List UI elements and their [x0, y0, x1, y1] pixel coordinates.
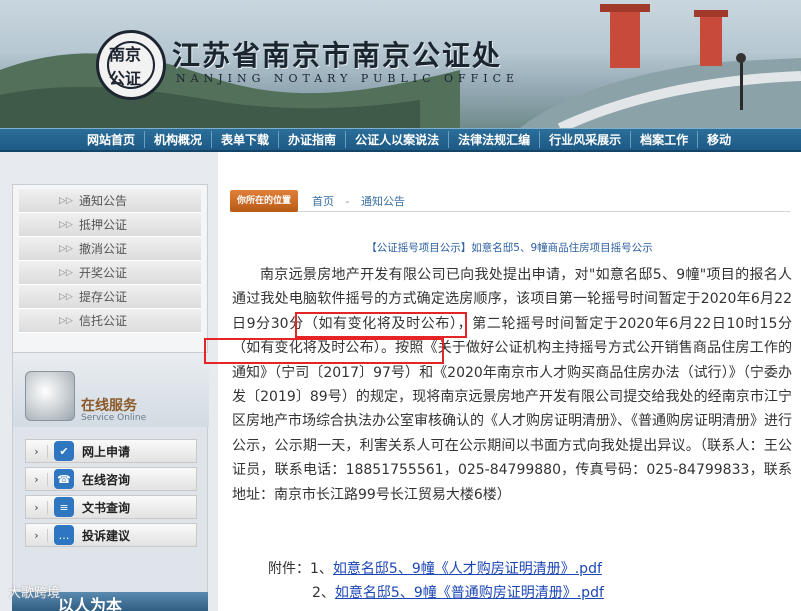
service-item-label: 投诉建议: [82, 528, 131, 543]
attachment-number: 2、: [312, 585, 335, 601]
sidebar-item-lottery[interactable]: ▷▷ 开奖公证: [19, 261, 201, 285]
nav-archives[interactable]: 档案工作: [631, 131, 699, 148]
service-consult-online[interactable]: › ☎ 在线咨询: [25, 467, 197, 491]
breadcrumb-separator: -: [345, 195, 350, 208]
sidebar: ▷▷ 通知公告 ▷▷ 抵押公证 ▷▷ 撤消公证 ▷▷ 开奖公证 ▷▷ 提存公证 ▷▷ 信托公…: [0, 152, 218, 611]
article-title: 【公证摇号项目公示】如意名邸5、9幢商品住房项目摇号公示: [366, 242, 653, 254]
service-item-label: 网上申请: [82, 444, 131, 459]
nav-cases[interactable]: 公证人以案说法: [346, 131, 450, 148]
attachment-link-talent[interactable]: 如意名邸5、9幢《人才购房证明清册》.pdf: [333, 561, 602, 577]
attachment-link-regular[interactable]: 如意名邸5、9幢《普通购房证明清册》.pdf: [335, 585, 604, 601]
breadcrumb: 你所在的位置 首页 - 通知公告: [230, 190, 790, 212]
sidebar-item-label: 抵押公证: [79, 218, 128, 232]
nav-forms[interactable]: 表单下载: [212, 131, 280, 148]
attachment-line-2: 2、如意名邸5、9幢《普通购房证明清册》.pdf: [312, 582, 604, 602]
attachment-line-1: 附件：1、如意名邸5、9幢《人才购房证明清册》.pdf: [268, 558, 602, 578]
double-chevron-icon: ▷▷: [59, 268, 73, 278]
site-banner: 南京公证 江苏省南京市南京公证处 NANJING NOTARY PUBLIC O…: [0, 0, 801, 128]
sidebar-item-notices[interactable]: ▷▷ 通知公告: [19, 189, 201, 213]
people-first-text: 以人为本: [58, 596, 123, 611]
sidebar-item-deposit[interactable]: ▷▷ 提存公证: [19, 285, 201, 309]
chevron-right-icon: ›: [26, 472, 48, 486]
main-nav: 网站首页 机构概况 表单下载 办证指南 公证人以案说法 法律法规汇编 行业风采展…: [0, 128, 801, 152]
document-icon: ≡: [54, 497, 74, 517]
double-chevron-icon: ▷▷: [59, 220, 73, 230]
site-title: 江苏省南京市南京公证处: [172, 39, 503, 72]
site-subtitle: NANJING NOTARY PUBLIC OFFICE: [176, 72, 520, 85]
service-apply-online[interactable]: › ✔ 网上申请: [25, 439, 197, 463]
highlight-box-first-round: [295, 312, 467, 338]
highlight-box-second-round: [204, 338, 444, 364]
sidebar-item-label: 信托公证: [79, 314, 128, 328]
nav-about[interactable]: 机构概况: [145, 131, 213, 148]
breadcrumb-links: 首页 - 通知公告: [312, 193, 405, 209]
double-chevron-icon: ▷▷: [59, 316, 73, 326]
service-globe-image: [25, 371, 75, 421]
nav-home[interactable]: 网站首页: [78, 131, 146, 148]
sidebar-item-label: 提存公证: [79, 290, 128, 304]
double-chevron-icon: ▷▷: [59, 196, 73, 206]
sidebar-item-mortgage[interactable]: ▷▷ 抵押公证: [19, 213, 201, 237]
location-badge: 你所在的位置: [230, 190, 298, 212]
article-body: 南京远景房地产开发有限公司已向我处提出申请，对"如意名邸5、9幢"项目的报名人通…: [232, 267, 792, 503]
chat-icon: …: [54, 525, 74, 545]
sidebar-item-trust[interactable]: ▷▷ 信托公证: [19, 309, 201, 333]
online-service-subtitle: Service Online: [81, 413, 147, 423]
service-complaint[interactable]: › … 投诉建议: [25, 523, 197, 547]
sidebar-item-label: 开奖公证: [79, 266, 128, 280]
chevron-right-icon: ›: [26, 528, 48, 542]
double-chevron-icon: ▷▷: [59, 244, 73, 254]
online-service-title: 在线服务: [81, 398, 137, 414]
nav-laws[interactable]: 法律法规汇编: [449, 131, 541, 148]
service-document-query[interactable]: › ≡ 文书查询: [25, 495, 197, 519]
sidebar-item-label: 通知公告: [79, 194, 128, 208]
attachment-number: 1、: [310, 561, 333, 577]
service-item-label: 文书查询: [82, 500, 131, 515]
chevron-right-icon: ›: [26, 500, 48, 514]
breadcrumb-current-link[interactable]: 通知公告: [361, 195, 405, 208]
attachments-label: 附件：: [268, 561, 310, 577]
sidebar-menu: ▷▷ 通知公告 ▷▷ 抵押公证 ▷▷ 撤消公证 ▷▷ 开奖公证 ▷▷ 提存公证 ▷▷ 信托公…: [12, 184, 208, 360]
nav-showcase[interactable]: 行业风采展示: [540, 131, 632, 148]
main-content: 你所在的位置 首页 - 通知公告 【公证摇号项目公示】如意名邸5、9幢商品住房项…: [204, 152, 801, 611]
watermark-text: 大歌跨境: [8, 586, 61, 601]
sidebar-item-revocation[interactable]: ▷▷ 撤消公证: [19, 237, 201, 261]
chevron-right-icon: ›: [26, 444, 48, 458]
checklist-icon: ✔: [54, 441, 74, 461]
headset-icon: ☎: [54, 469, 74, 489]
nav-guide[interactable]: 办证指南: [279, 131, 347, 148]
service-item-label: 在线咨询: [82, 472, 131, 487]
nav-mobile[interactable]: 移动: [698, 131, 740, 148]
logo-text: 南京公证: [107, 41, 155, 89]
breadcrumb-home-link[interactable]: 首页: [312, 195, 334, 208]
sidebar-item-label: 撤消公证: [79, 242, 128, 256]
double-chevron-icon: ▷▷: [59, 292, 73, 302]
online-service-header: 在线服务 Service Online: [13, 353, 209, 427]
online-service-panel: 在线服务 Service Online › ✔ 网上申请 › ☎ 在线咨询 › …: [12, 352, 209, 611]
notary-logo: 南京公证: [96, 30, 166, 100]
